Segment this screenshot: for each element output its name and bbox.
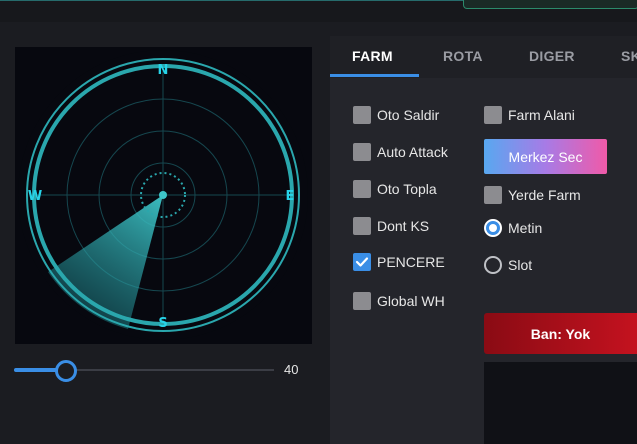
checkbox-box[interactable] xyxy=(353,292,371,310)
auto-attack-checkbox[interactable]: Auto Attack xyxy=(353,143,448,161)
radio-dot[interactable] xyxy=(484,219,502,237)
slot-radio[interactable]: Slot xyxy=(484,256,532,274)
checkbox-box[interactable] xyxy=(353,106,371,124)
checkbox-box[interactable] xyxy=(353,253,371,271)
tab-sk[interactable]: SK xyxy=(621,48,637,64)
slider-thumb[interactable] xyxy=(55,360,77,382)
global-wh-checkbox[interactable]: Global WH xyxy=(353,292,445,310)
checkbox-box[interactable] xyxy=(484,186,502,204)
yerde-farm-checkbox[interactable]: Yerde Farm xyxy=(484,186,581,204)
oto-saldir-checkbox[interactable]: Oto Saldir xyxy=(353,106,439,124)
radio-label: Slot xyxy=(508,257,533,273)
checkbox-box[interactable] xyxy=(353,143,371,161)
checkbox-box[interactable] xyxy=(484,106,502,124)
compass-west: W xyxy=(28,189,42,204)
player-marker xyxy=(159,191,167,199)
pencere-checkbox[interactable]: PENCERE xyxy=(353,253,445,271)
radar-panel: N S E W xyxy=(15,47,312,344)
checkbox-box[interactable] xyxy=(353,217,371,235)
tab-diger[interactable]: DIGER xyxy=(529,48,575,64)
tab-rota[interactable]: ROTA xyxy=(443,48,483,64)
farm-alani-checkbox[interactable]: Farm Alani xyxy=(484,106,575,124)
merkez-sec-button[interactable]: Merkez Sec xyxy=(484,139,607,174)
radio-label: Metin xyxy=(508,220,543,236)
slider-value: 40 xyxy=(284,362,299,377)
radar-map: N S E W xyxy=(18,50,308,340)
log-area xyxy=(484,362,637,444)
zoom-slider[interactable] xyxy=(14,358,276,382)
active-tab-indicator xyxy=(330,74,419,77)
ban-status-button[interactable]: Ban: Yok xyxy=(484,313,637,354)
oto-topla-checkbox[interactable]: Oto Topla xyxy=(353,180,437,198)
checkbox-label: Auto Attack xyxy=(377,144,448,160)
checkbox-label: Oto Saldir xyxy=(377,107,440,123)
title-bar xyxy=(0,0,637,22)
compass-south: S xyxy=(158,316,167,331)
radio-dot[interactable] xyxy=(484,256,502,274)
checkbox-label: PENCERE xyxy=(377,254,445,270)
checkbox-label: Global WH xyxy=(377,293,445,309)
checkbox-label: Farm Alani xyxy=(508,107,575,123)
top-tab-hint xyxy=(463,0,637,9)
compass-east: E xyxy=(286,189,295,204)
compass-north: N xyxy=(158,63,169,78)
checkbox-box[interactable] xyxy=(353,180,371,198)
checkmark-icon xyxy=(355,257,369,267)
checkbox-label: Dont KS xyxy=(377,218,430,234)
metin-radio[interactable]: Metin xyxy=(484,219,542,237)
checkbox-label: Oto Topla xyxy=(377,181,437,197)
tab-farm[interactable]: FARM xyxy=(352,48,393,64)
tab-bar: FARM ROTA DIGER SK xyxy=(330,36,637,78)
checkbox-label: Yerde Farm xyxy=(508,187,581,203)
dont-ks-checkbox[interactable]: Dont KS xyxy=(353,217,429,235)
